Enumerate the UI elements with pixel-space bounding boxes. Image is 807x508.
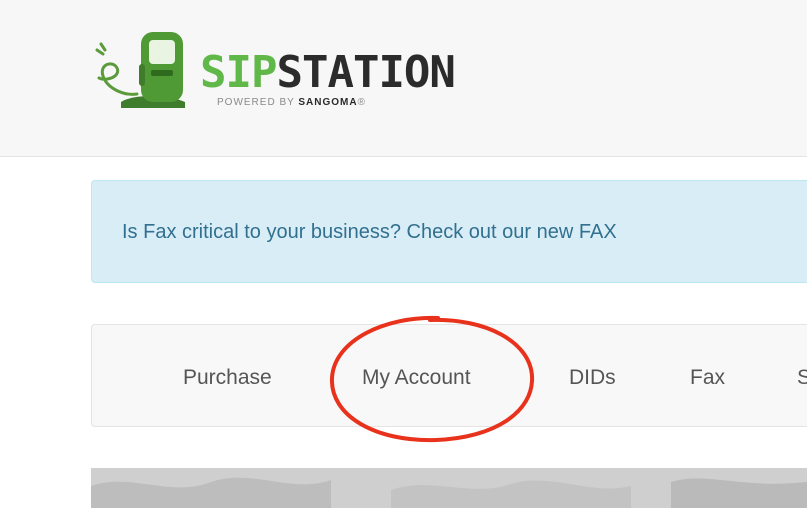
- logo-tagline: POWERED BY SANGOMA®: [217, 97, 366, 108]
- hero-banner-map: [91, 468, 807, 508]
- sipstation-logo[interactable]: SIPSTATION POWERED BY SANGOMA®: [93, 24, 456, 120]
- site-header: SIPSTATION POWERED BY SANGOMA®: [0, 0, 807, 157]
- nav-item-dids[interactable]: DIDs: [569, 366, 616, 390]
- logo-wordmark: SIPSTATION: [200, 47, 456, 98]
- nav-item-purchase[interactable]: Purchase: [183, 366, 272, 390]
- logo-tagline-brand: SANGOMA: [298, 97, 358, 108]
- logo-word-sip: SIP: [200, 47, 277, 98]
- world-map-backdrop: [91, 468, 807, 508]
- logo-word-station: STATION: [276, 47, 455, 98]
- logo-tagline-prefix: POWERED BY: [217, 97, 295, 108]
- fax-promo-alert: Is Fax critical to your business? Check …: [91, 180, 807, 283]
- alert-text: Is Fax critical to your business? Check …: [122, 221, 617, 243]
- nav-item-my-account[interactable]: My Account: [362, 366, 471, 390]
- main-nav: Purchase My Account DIDs Fax S: [91, 324, 807, 427]
- nav-item-fax[interactable]: Fax: [690, 366, 725, 390]
- nav-item-s[interactable]: S: [797, 366, 807, 390]
- fuel-pump-plug-icon: [95, 32, 185, 108]
- logo-tagline-mark: ®: [357, 97, 366, 108]
